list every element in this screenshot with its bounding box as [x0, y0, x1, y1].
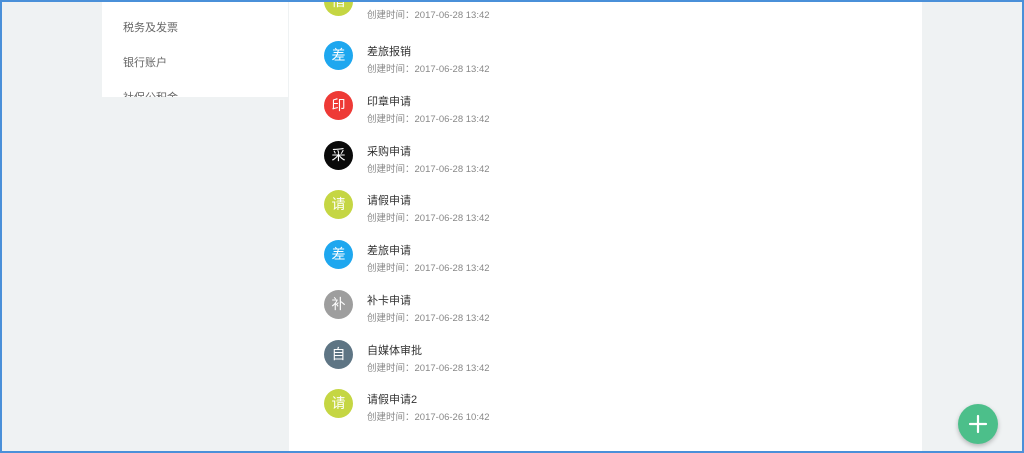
sidebar-item-tax-invoice[interactable]: 税务及发票 — [102, 11, 288, 46]
time-prefix: 创建时间： — [367, 10, 415, 21]
item-title: 印章申请 — [367, 96, 411, 108]
time-prefix: 创建时间： — [367, 412, 415, 423]
time-value: 2017-06-28 13:42 — [414, 64, 490, 75]
time-value: 2017-06-28 13:42 — [414, 313, 490, 324]
item-time: 创建时间：2017-06-28 13:42 — [367, 310, 490, 324]
item-title: 请假申请2 — [367, 394, 418, 406]
item-time: 创建时间：2017-06-28 13:42 — [367, 260, 490, 274]
time-value: 2017-06-28 13:42 — [414, 10, 490, 21]
time-prefix: 创建时间： — [367, 263, 415, 274]
avatar: 采 — [324, 141, 353, 170]
avatar: 差 — [324, 240, 353, 269]
time-value: 2017-06-26 10:42 — [414, 412, 490, 423]
item-time: 创建时间：2017-06-28 13:42 — [367, 111, 490, 125]
time-value: 2017-06-28 13:42 — [414, 363, 490, 374]
avatar: 补 — [324, 290, 353, 319]
time-value: 2017-06-28 13:42 — [414, 263, 490, 274]
item-time: 创建时间：2017-06-28 13:42 — [367, 210, 490, 224]
item-title: 请假申请 — [367, 195, 411, 207]
plus-icon — [968, 414, 988, 434]
item-time: 创建时间：2017-06-28 13:42 — [367, 61, 490, 75]
time-prefix: 创建时间： — [367, 363, 415, 374]
item-title: 差旅申请 — [367, 245, 411, 257]
avatar: 借 — [324, 0, 353, 16]
avatar: 差 — [324, 41, 353, 70]
time-prefix: 创建时间： — [367, 164, 415, 175]
item-title: 差旅报销 — [367, 46, 411, 58]
time-value: 2017-06-28 13:42 — [414, 213, 490, 224]
list-item[interactable]: 采 采购申请 创建时间：2017-06-28 13:42 — [324, 141, 884, 181]
time-value: 2017-06-28 13:42 — [414, 114, 490, 125]
list-item[interactable]: 请 请假申请 创建时间：2017-06-28 13:42 — [324, 190, 884, 230]
time-prefix: 创建时间： — [367, 213, 415, 224]
time-value: 2017-06-28 13:42 — [414, 164, 490, 175]
avatar: 请 — [324, 190, 353, 219]
sidebar: 税务及发票 银行账户 社保公积金 — [102, 0, 288, 97]
list-item[interactable]: 差 差旅申请 创建时间：2017-06-28 13:42 — [324, 240, 884, 280]
time-prefix: 创建时间： — [367, 114, 415, 125]
item-time: 创建时间：2017-06-28 13:42 — [367, 161, 490, 175]
list-item[interactable]: 印 印章申请 创建时间：2017-06-28 13:42 — [324, 91, 884, 131]
list-item[interactable]: 自 自媒体审批 创建时间：2017-06-28 13:42 — [324, 340, 884, 380]
item-time: 创建时间：2017-06-26 10:42 — [367, 409, 490, 423]
list-item[interactable]: 差 差旅报销 创建时间：2017-06-28 13:42 — [324, 41, 884, 81]
time-prefix: 创建时间： — [367, 313, 415, 324]
avatar: 自 — [324, 340, 353, 369]
item-title: 采购申请 — [367, 146, 411, 158]
list-item[interactable]: 借 创建时间：2017-06-28 13:42 — [324, 0, 884, 27]
time-prefix: 创建时间： — [367, 64, 415, 75]
item-title: 补卡申请 — [367, 295, 411, 307]
item-time: 创建时间：2017-06-28 13:42 — [367, 360, 490, 374]
avatar: 印 — [324, 91, 353, 120]
sidebar-item-social-security[interactable]: 社保公积金 — [102, 81, 288, 97]
avatar: 请 — [324, 389, 353, 418]
sidebar-item-bank-account[interactable]: 银行账户 — [102, 46, 288, 81]
list-item[interactable]: 补 补卡申请 创建时间：2017-06-28 13:42 — [324, 290, 884, 330]
add-button[interactable] — [958, 404, 998, 444]
list-item[interactable]: 请 请假申请2 创建时间：2017-06-26 10:42 — [324, 389, 884, 429]
item-title: 自媒体审批 — [367, 345, 422, 357]
item-time: 创建时间：2017-06-28 13:42 — [367, 7, 490, 21]
approval-list: 借 创建时间：2017-06-28 13:42 差 差旅报销 创建时间：2017… — [289, 0, 922, 453]
